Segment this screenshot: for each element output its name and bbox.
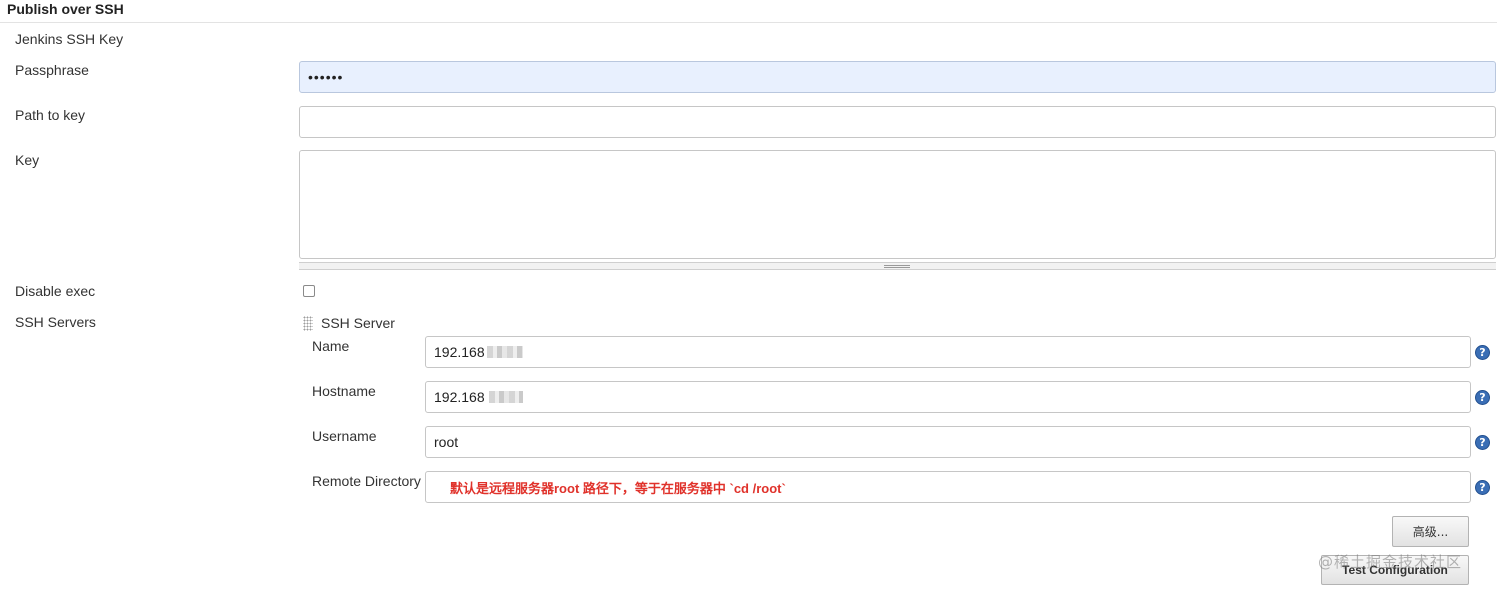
ssh-servers-label: SSH Servers [15,314,96,330]
remote-directory-field[interactable]: 默认是远程服务器root 路径下，等于在服务器中 `cd /root` [425,471,1471,503]
resize-grip-icon [884,265,910,268]
server-name-label: Name [312,338,350,354]
key-textarea[interactable] [299,150,1496,259]
jenkins-ssh-key-label: Jenkins SSH Key [15,31,124,47]
disable-exec-checkbox[interactable] [303,285,315,297]
passphrase-field[interactable]: •••••• [299,61,1496,93]
hostname-field[interactable]: 192.168 [425,381,1471,413]
disable-exec-label: Disable exec [15,283,96,299]
remote-directory-label: Remote Directory [312,473,421,489]
section-divider [0,22,1497,23]
username-field[interactable]: root [425,426,1471,458]
help-icon[interactable]: ? [1475,480,1490,495]
server-name-value: 192.168 [434,344,485,360]
advanced-button[interactable]: 高级... [1392,516,1469,547]
hostname-label: Hostname [312,383,376,399]
username-label: Username [312,428,377,444]
server-name-field[interactable]: 192.168 [425,336,1471,368]
drag-handle-icon[interactable] [303,316,313,331]
path-to-key-label: Path to key [15,107,86,123]
path-to-key-field[interactable] [299,106,1496,138]
ssh-server-header: SSH Server [321,315,395,331]
redacted-text [488,391,523,403]
remote-directory-note: 默认是远程服务器root 路径下，等于在服务器中 `cd /root` [450,480,786,496]
watermark: @稀土掘金技术社区 [1318,553,1463,571]
help-icon[interactable]: ? [1475,345,1490,360]
key-label: Key [15,152,40,168]
help-icon[interactable]: ? [1475,390,1490,405]
passphrase-label: Passphrase [15,62,89,78]
textarea-resize-handle[interactable] [299,262,1496,270]
redacted-text [486,346,523,358]
hostname-value: 192.168 [434,389,485,405]
help-icon[interactable]: ? [1475,435,1490,450]
section-title: Publish over SSH [7,1,124,17]
